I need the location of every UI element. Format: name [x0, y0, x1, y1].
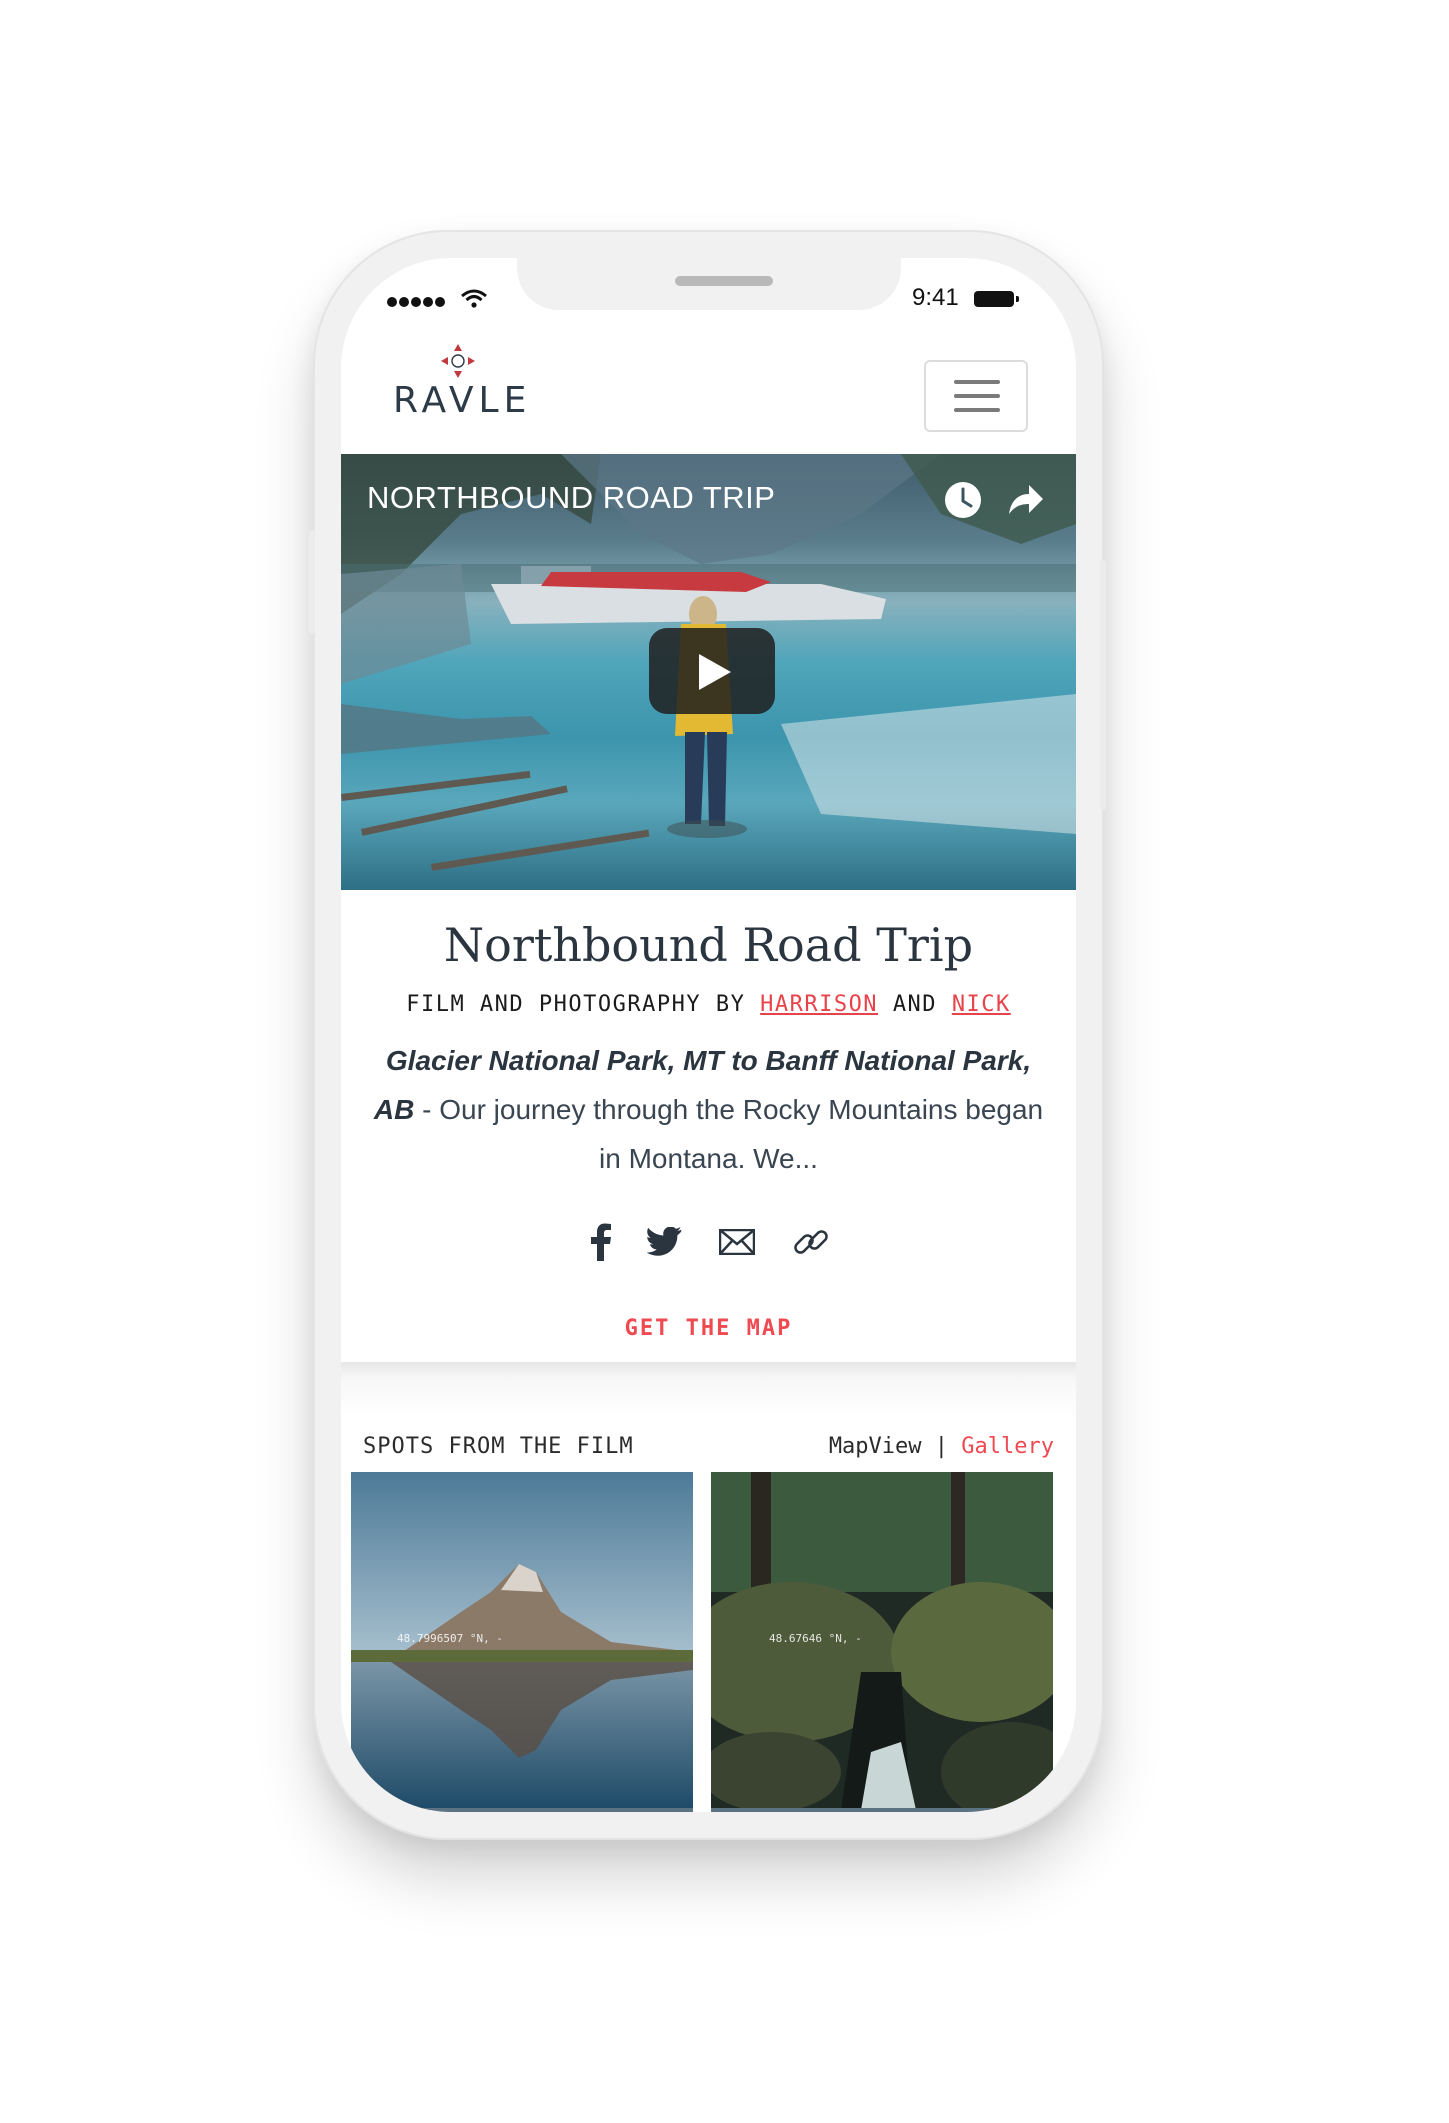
- status-time: 9:41: [912, 284, 959, 311]
- hamburger-icon: [954, 380, 1000, 384]
- next-tile-edge: [711, 1808, 1053, 1812]
- signal-icon: [387, 294, 447, 312]
- email-icon[interactable]: [715, 1220, 759, 1264]
- view-toggle: MapView | Gallery: [829, 1434, 1054, 1459]
- spot-coordinates: 48.7996507 °N, -: [397, 1632, 503, 1645]
- menu-button[interactable]: [924, 360, 1028, 432]
- spot-tile-forest[interactable]: 48.67646 °N, -: [711, 1472, 1053, 1810]
- spots-header: SPOTS FROM THE FILM MapView | Gallery: [341, 1434, 1076, 1474]
- twitter-icon[interactable]: [643, 1220, 687, 1264]
- video-title: NORTHBOUND ROAD TRIP: [367, 480, 776, 515]
- video-player[interactable]: NORTHBOUND ROAD TRIP: [341, 454, 1076, 890]
- facebook-icon[interactable]: [579, 1220, 623, 1264]
- gallery-link[interactable]: Gallery: [961, 1434, 1054, 1459]
- spots-label: SPOTS FROM THE FILM: [363, 1434, 634, 1459]
- article-description: Glacier National Park, MT to Banff Natio…: [371, 1036, 1046, 1183]
- credit-line: FILM AND PHOTOGRAPHY BY HARRISON AND NIC…: [341, 992, 1076, 1017]
- wifi-icon: [461, 289, 487, 308]
- power-button: [1100, 560, 1106, 810]
- battery-icon: [974, 291, 1019, 307]
- author-link-nick[interactable]: NICK: [952, 992, 1011, 1017]
- next-tile-edge: [351, 1808, 693, 1812]
- site-header: RAVLE: [341, 318, 1076, 454]
- credit-prefix: FILM AND PHOTOGRAPHY BY: [406, 992, 746, 1017]
- share-arrow-icon[interactable]: [1005, 480, 1045, 520]
- get-the-map-link[interactable]: GET THE MAP: [341, 1316, 1076, 1341]
- compass-icon: [441, 344, 475, 378]
- speaker: [675, 276, 773, 286]
- play-icon[interactable]: [649, 628, 775, 714]
- credit-and: AND: [892, 992, 938, 1017]
- logo[interactable]: RAVLE: [393, 342, 526, 422]
- screen: 9:41 RAVLE NORTHBOUND ROAD TRIP Northbou…: [341, 258, 1076, 1812]
- phone-frame: 9:41 RAVLE NORTHBOUND ROAD TRIP Northbou…: [309, 230, 1106, 1840]
- article-card: Northbound Road Trip FILM AND PHOTOGRAPH…: [341, 890, 1076, 1362]
- article-title: Northbound Road Trip: [443, 918, 974, 972]
- link-icon[interactable]: [789, 1220, 833, 1264]
- volume-button: [309, 530, 315, 634]
- description-text: - Our journey through the Rocky Mountain…: [414, 1094, 1044, 1174]
- clock-icon[interactable]: [943, 480, 983, 520]
- logo-text: RAVLE: [393, 380, 532, 421]
- spot-coordinates: 48.67646 °N, -: [769, 1632, 862, 1645]
- author-link-harrison[interactable]: HARRISON: [760, 992, 878, 1017]
- view-separator: |: [934, 1434, 949, 1459]
- notch: [517, 258, 901, 310]
- mapview-link[interactable]: MapView: [829, 1434, 922, 1459]
- section-divider: [341, 1362, 1076, 1418]
- share-bar: [579, 1220, 841, 1266]
- spot-tile-mountain[interactable]: 48.7996507 °N, -: [351, 1472, 693, 1810]
